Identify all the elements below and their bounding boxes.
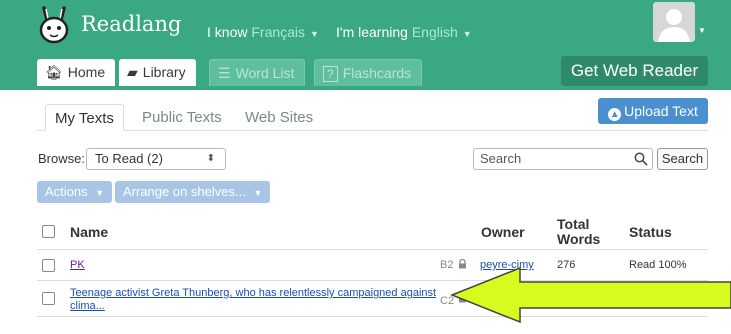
upload-circle-icon: ▲ — [608, 108, 622, 121]
user-avatar[interactable] — [653, 2, 695, 42]
caret-down-icon: ▼ — [462, 29, 472, 39]
upload-text-button[interactable]: ▲ Upload Text — [598, 98, 708, 124]
question-icon: ? — [323, 66, 338, 82]
subtab-web-sites[interactable]: Web Sites — [236, 104, 322, 131]
level-badge: B2 — [440, 259, 454, 271]
lock-icon — [459, 293, 466, 303]
arrange-shelves-dropdown[interactable]: Arrange on shelves... ▼ — [115, 181, 271, 203]
tab-word-list[interactable]: ☰ Word List — [209, 59, 306, 86]
tab-home[interactable]: 🏠︎ Home — [37, 59, 116, 86]
word-count: 276 — [557, 259, 576, 271]
list-icon: ☰ — [218, 65, 231, 81]
owner-link[interactable]: peyre-cimy — [480, 259, 534, 271]
user-silhouette-icon — [658, 9, 690, 42]
actions-dropdown[interactable]: Actions ▼ — [37, 181, 113, 203]
known-language-selector[interactable]: I know Français ▼ — [207, 24, 319, 40]
caret-down-icon: ▼ — [95, 188, 105, 198]
table-divider — [37, 249, 708, 250]
browse-shelf-select[interactable]: To Read (2) ⬍ — [86, 148, 226, 170]
browse-label: Browse: — [38, 151, 85, 166]
text-title-link[interactable]: PK — [70, 259, 85, 271]
lock-icon — [459, 259, 466, 269]
readlang-logo-icon[interactable] — [37, 6, 71, 44]
tab-flashcards[interactable]: ? Flashcards — [314, 59, 423, 86]
column-header-name[interactable]: Name — [70, 224, 108, 240]
book-icon: ▰ — [127, 64, 138, 80]
caret-down-icon[interactable]: ▼ — [698, 26, 706, 35]
row-checkbox[interactable] — [42, 259, 55, 272]
select-all-checkbox[interactable] — [42, 225, 55, 238]
search-input[interactable]: Search — [473, 148, 653, 170]
row-checkbox[interactable] — [42, 292, 55, 305]
table-divider — [37, 280, 708, 281]
text-title-link[interactable]: Teenage activist Greta Thunberg, who has… — [70, 287, 436, 313]
brand-name[interactable]: Readlang — [81, 12, 181, 36]
level-badge: C2 — [440, 295, 455, 307]
table-divider — [37, 316, 708, 317]
column-header-status[interactable]: Status — [629, 224, 672, 240]
select-arrows-icon: ⬍ — [206, 153, 215, 164]
column-header-owner[interactable]: Owner — [481, 224, 525, 240]
column-header-total-words[interactable]: Total Words — [557, 217, 600, 247]
learning-language-selector[interactable]: I'm learning English ▼ — [336, 24, 472, 40]
get-web-reader-button[interactable]: Get Web Reader — [561, 56, 708, 86]
home-icon: 🏠︎ — [45, 64, 63, 80]
tab-library[interactable]: ▰ Library — [119, 59, 196, 86]
search-icon[interactable] — [634, 152, 648, 166]
caret-down-icon: ▼ — [253, 188, 263, 198]
subtab-public-texts[interactable]: Public Texts — [133, 104, 231, 131]
top-navbar: Readlang I know Français ▼ I'm learning E… — [0, 0, 731, 90]
caret-down-icon: ▼ — [310, 29, 319, 39]
read-status: Read 100% — [629, 259, 687, 271]
search-button[interactable]: Search — [657, 148, 708, 170]
subtab-my-texts[interactable]: My Texts — [45, 104, 124, 131]
